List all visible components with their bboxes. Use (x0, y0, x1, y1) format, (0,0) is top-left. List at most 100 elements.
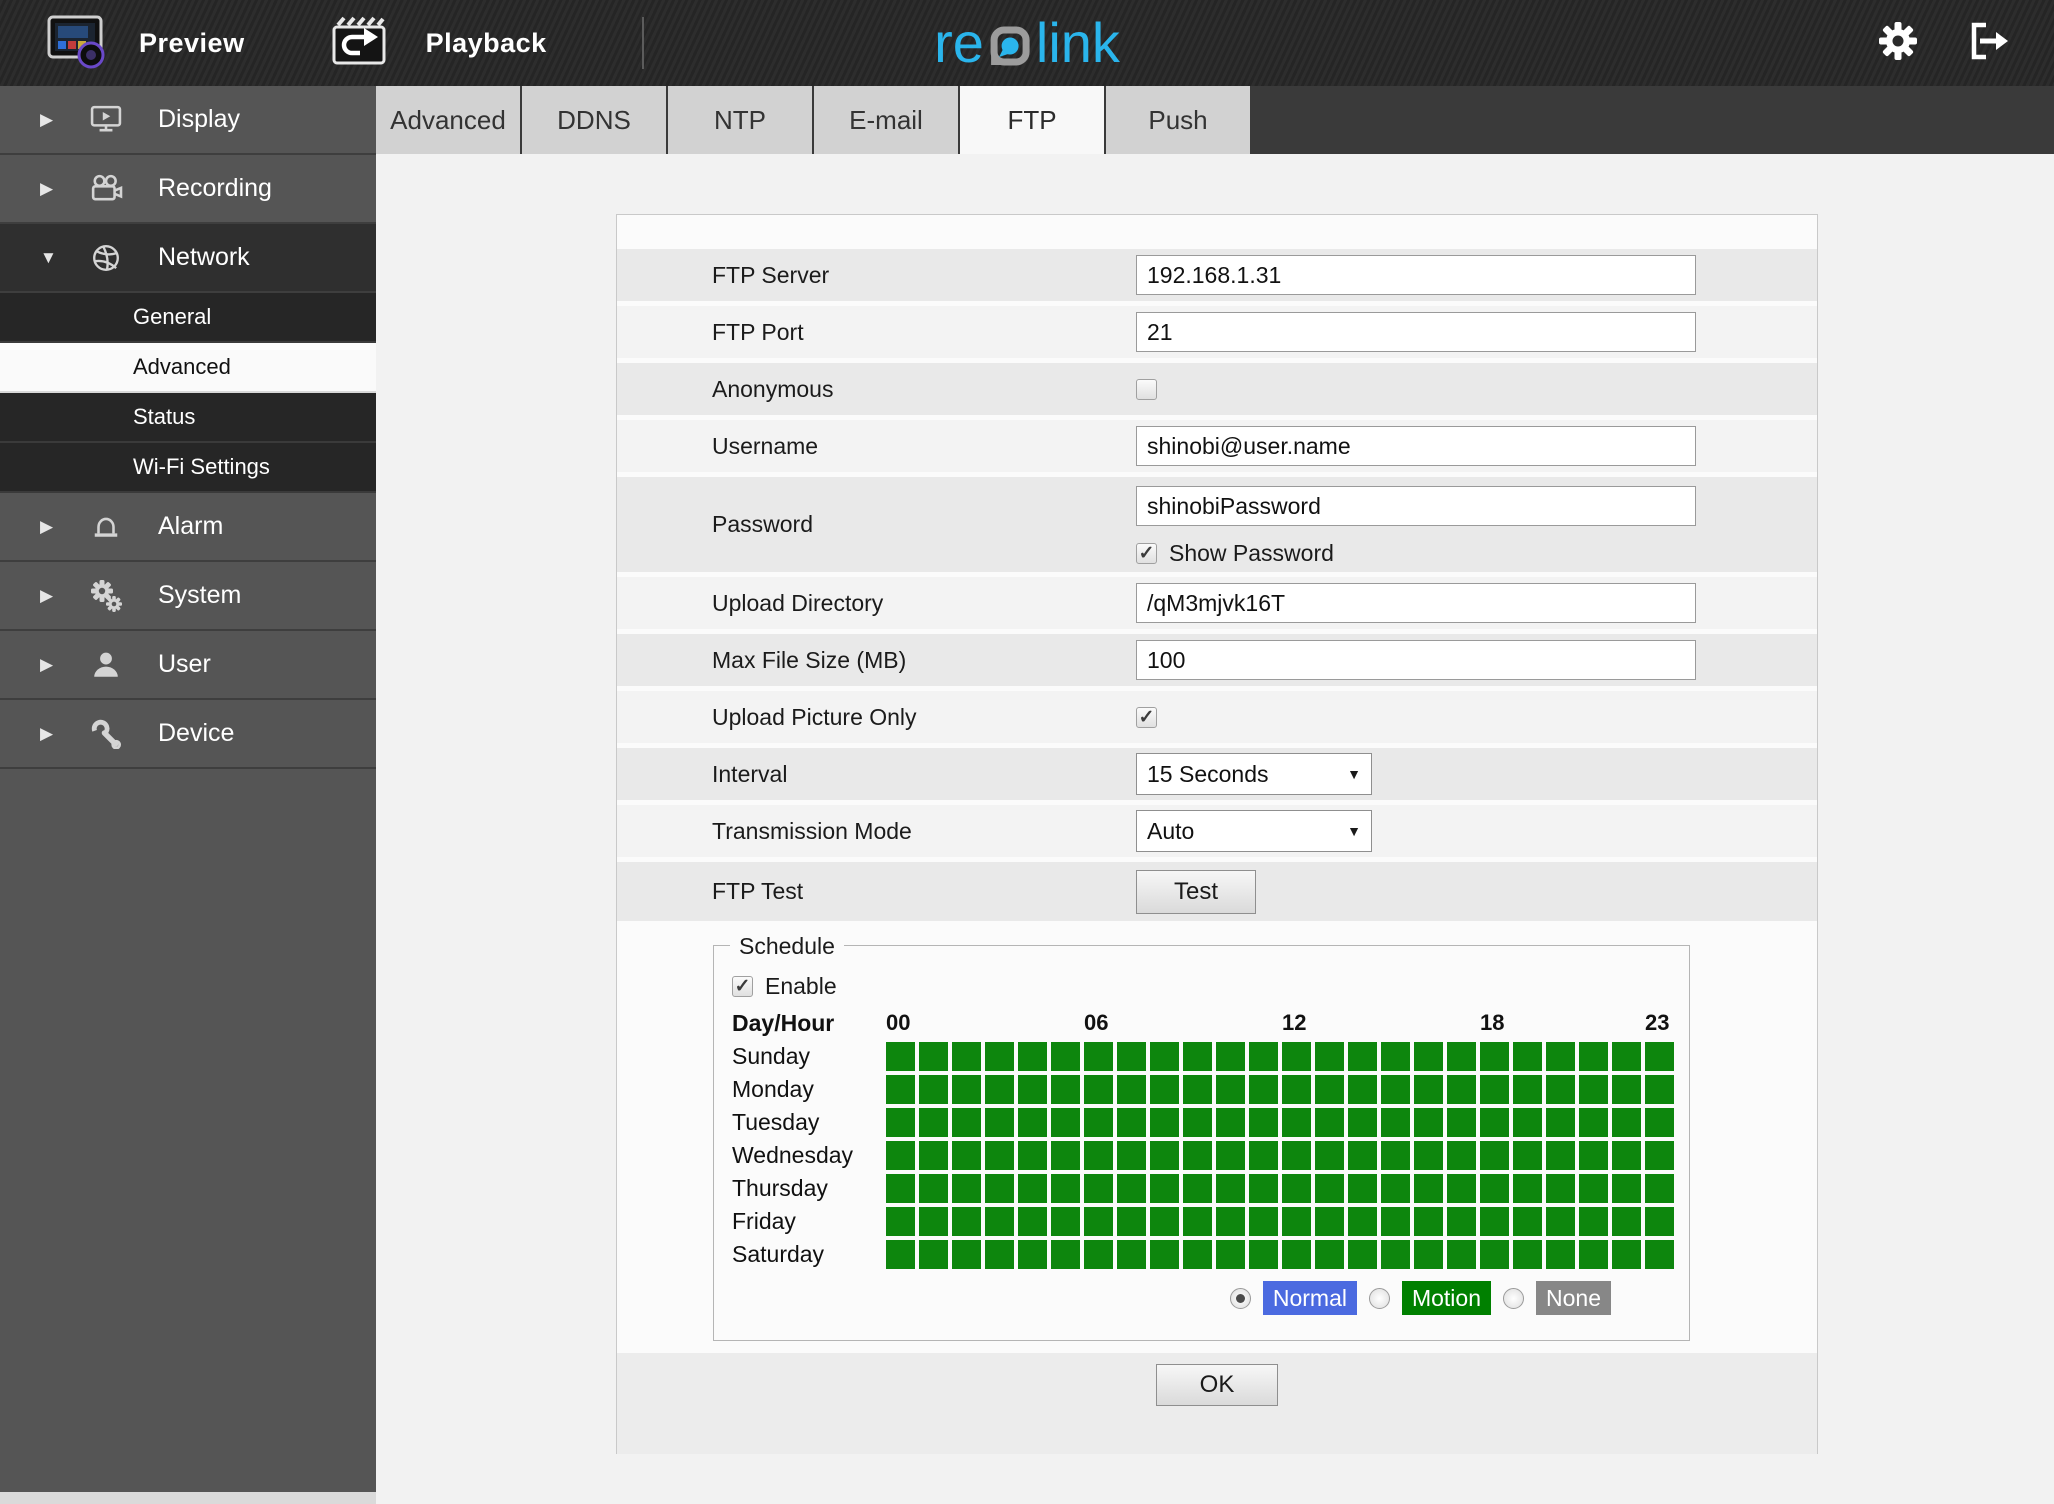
schedule-cell[interactable] (1084, 1141, 1113, 1170)
schedule-cell[interactable] (1447, 1141, 1476, 1170)
schedule-cell[interactable] (1381, 1240, 1410, 1269)
sidebar-item-recording[interactable]: ▶ Recording (0, 155, 376, 224)
schedule-cell[interactable] (1414, 1240, 1443, 1269)
schedule-cell[interactable] (1645, 1108, 1674, 1137)
schedule-cell[interactable] (1249, 1075, 1278, 1104)
schedule-cell[interactable] (1480, 1207, 1509, 1236)
schedule-cell[interactable] (1249, 1174, 1278, 1203)
schedule-cell[interactable] (1084, 1108, 1113, 1137)
schedule-cell[interactable] (1546, 1240, 1575, 1269)
sidebar-subitem-status[interactable]: Status (0, 393, 376, 443)
sidebar-item-alarm[interactable]: ▶ Alarm (0, 493, 376, 562)
schedule-cell[interactable] (1513, 1075, 1542, 1104)
sidebar-item-network[interactable]: ▼ Network (0, 224, 376, 293)
ftp-server-input[interactable] (1136, 255, 1696, 295)
schedule-cell[interactable] (1315, 1141, 1344, 1170)
schedule-cell[interactable] (985, 1108, 1014, 1137)
schedule-cell[interactable] (1612, 1042, 1641, 1071)
schedule-cell[interactable] (1348, 1075, 1377, 1104)
schedule-cell[interactable] (1183, 1108, 1212, 1137)
schedule-cell[interactable] (1018, 1075, 1047, 1104)
schedule-cell[interactable] (1645, 1141, 1674, 1170)
username-input[interactable] (1136, 426, 1696, 466)
schedule-cell[interactable] (1150, 1240, 1179, 1269)
schedule-cell[interactable] (1084, 1207, 1113, 1236)
schedule-cell[interactable] (1216, 1174, 1245, 1203)
schedule-cell[interactable] (1579, 1042, 1608, 1071)
schedule-cell[interactable] (1216, 1207, 1245, 1236)
schedule-mode-chip-normal[interactable]: Normal (1262, 1281, 1357, 1315)
schedule-cell[interactable] (1018, 1141, 1047, 1170)
schedule-cell[interactable] (1117, 1141, 1146, 1170)
schedule-cell[interactable] (1447, 1108, 1476, 1137)
schedule-cell[interactable] (1447, 1207, 1476, 1236)
schedule-cell[interactable] (1216, 1075, 1245, 1104)
schedule-cell[interactable] (919, 1075, 948, 1104)
schedule-cell[interactable] (1447, 1075, 1476, 1104)
schedule-cell[interactable] (1117, 1207, 1146, 1236)
upload-directory-input[interactable] (1136, 583, 1696, 623)
schedule-cell[interactable] (1381, 1141, 1410, 1170)
sidebar-item-system[interactable]: ▶ System (0, 562, 376, 631)
schedule-cell[interactable] (1249, 1240, 1278, 1269)
schedule-cell[interactable] (1480, 1075, 1509, 1104)
schedule-cell[interactable] (1381, 1207, 1410, 1236)
sidebar-subitem-general[interactable]: General (0, 293, 376, 343)
schedule-cell[interactable] (1447, 1042, 1476, 1071)
sidebar-subitem-wifi-settings[interactable]: Wi-Fi Settings (0, 443, 376, 493)
schedule-cell[interactable] (1183, 1207, 1212, 1236)
schedule-cell[interactable] (1612, 1174, 1641, 1203)
schedule-cell[interactable] (1150, 1207, 1179, 1236)
schedule-cell[interactable] (886, 1075, 915, 1104)
schedule-cell[interactable] (1018, 1174, 1047, 1203)
schedule-cell[interactable] (1150, 1141, 1179, 1170)
schedule-cell[interactable] (886, 1042, 915, 1071)
schedule-cell[interactable] (1546, 1174, 1575, 1203)
schedule-cell[interactable] (1546, 1075, 1575, 1104)
ftp-test-button[interactable]: Test (1136, 869, 1256, 914)
schedule-cell[interactable] (919, 1108, 948, 1137)
tab-push[interactable]: Push (1106, 86, 1250, 154)
schedule-cell[interactable] (1645, 1042, 1674, 1071)
schedule-cell[interactable] (1018, 1108, 1047, 1137)
schedule-cell[interactable] (919, 1141, 948, 1170)
schedule-cell[interactable] (1381, 1108, 1410, 1137)
schedule-cell[interactable] (1018, 1207, 1047, 1236)
schedule-cell[interactable] (1117, 1108, 1146, 1137)
sidebar-item-display[interactable]: ▶ Display (0, 86, 376, 155)
tab-ftp[interactable]: FTP (960, 86, 1104, 154)
schedule-cell[interactable] (1414, 1042, 1443, 1071)
schedule-cell[interactable] (1612, 1075, 1641, 1104)
schedule-cell[interactable] (1579, 1174, 1608, 1203)
schedule-cell[interactable] (1282, 1141, 1311, 1170)
tab-ntp[interactable]: NTP (668, 86, 812, 154)
schedule-cell[interactable] (952, 1240, 981, 1269)
ok-button[interactable]: OK (1156, 1364, 1278, 1406)
schedule-cell[interactable] (886, 1141, 915, 1170)
schedule-cell[interactable] (1513, 1240, 1542, 1269)
schedule-cell[interactable] (1117, 1240, 1146, 1269)
schedule-cell[interactable] (1645, 1075, 1674, 1104)
schedule-cell[interactable] (1348, 1042, 1377, 1071)
interval-select[interactable]: 15 Seconds ▼ (1136, 753, 1372, 795)
schedule-cell[interactable] (1348, 1240, 1377, 1269)
schedule-mode-chip-motion[interactable]: Motion (1401, 1281, 1492, 1315)
schedule-cell[interactable] (1348, 1174, 1377, 1203)
schedule-cell[interactable] (1645, 1240, 1674, 1269)
schedule-cell[interactable] (952, 1174, 981, 1203)
schedule-cell[interactable] (952, 1108, 981, 1137)
schedule-cell[interactable] (1183, 1141, 1212, 1170)
schedule-mode-radio-normal[interactable] (1229, 1287, 1251, 1309)
schedule-cell[interactable] (1480, 1240, 1509, 1269)
schedule-cell[interactable] (1282, 1042, 1311, 1071)
schedule-cell[interactable] (1183, 1075, 1212, 1104)
schedule-cell[interactable] (1282, 1075, 1311, 1104)
schedule-cell[interactable] (1051, 1174, 1080, 1203)
schedule-cell[interactable] (919, 1174, 948, 1203)
schedule-cell[interactable] (1645, 1207, 1674, 1236)
schedule-cell[interactable] (1084, 1174, 1113, 1203)
schedule-cell[interactable] (1414, 1207, 1443, 1236)
schedule-cell[interactable] (1117, 1174, 1146, 1203)
show-password-checkbox[interactable] (1136, 543, 1157, 564)
schedule-cell[interactable] (952, 1141, 981, 1170)
